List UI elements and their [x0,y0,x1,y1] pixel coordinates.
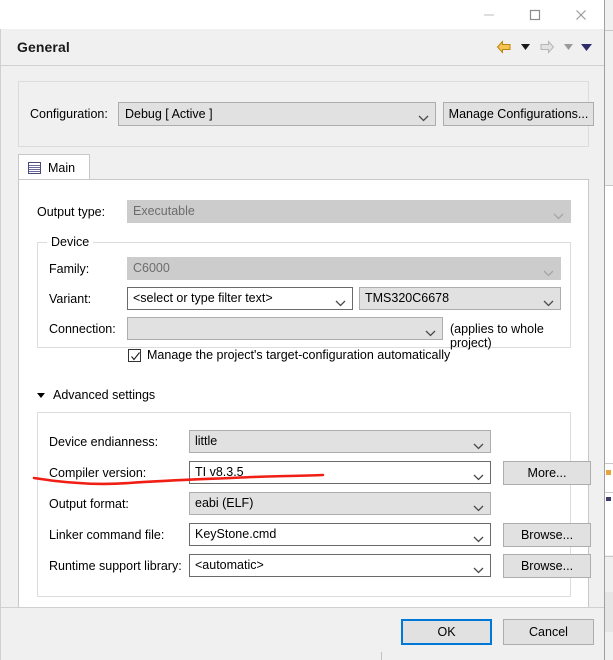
family-label: Family: [49,262,89,276]
dialog-footer: OK Cancel [0,607,604,660]
variant-filter-select[interactable]: <select or type filter text> [127,287,353,310]
chevron-down-icon [473,470,484,484]
back-dropdown-icon[interactable] [518,37,533,57]
configuration-label: Configuration: [30,107,108,121]
output-type-value: Executable [133,204,195,218]
compiler-version-select[interactable]: TI v8.3.5 [189,461,491,484]
linker-command-file-select[interactable]: KeyStone.cmd [189,523,491,546]
cancel-button[interactable]: Cancel [503,619,594,645]
forward-dropdown-icon[interactable] [561,37,576,57]
output-format-label: Output format: [49,497,129,511]
connection-select[interactable] [127,317,443,340]
close-icon[interactable] [558,0,604,29]
back-arrow-icon[interactable] [493,37,515,57]
device-endianness-label: Device endianness: [49,435,158,449]
tab-main-label: Main [48,161,75,175]
ok-button[interactable]: OK [401,619,492,645]
page-title: General [17,39,70,55]
maximize-icon[interactable] [512,0,558,29]
compiler-version-more-button[interactable]: More... [503,461,591,485]
device-group-legend: Device [47,235,93,249]
device-endianness-value: little [195,434,217,448]
advanced-settings-label: Advanced settings [53,388,155,402]
header-navigation [493,37,594,57]
minimize-icon[interactable] [466,0,512,29]
dialog-header: General [0,29,604,66]
compiler-version-label: Compiler version: [49,466,146,480]
chevron-down-icon [553,209,564,223]
variant-device-value: TMS320C6678 [365,291,449,305]
chevron-down-icon [418,111,429,125]
chevron-down-icon [473,563,484,577]
family-select: C6000 [127,257,561,280]
output-format-select[interactable]: eabi (ELF) [189,492,491,515]
runtime-support-library-value: <automatic> [195,558,264,572]
title-bar [0,0,604,30]
configuration-select[interactable]: Debug [ Active ] [118,102,436,126]
screenshot-root: General [0,0,613,660]
menu-dropdown-icon[interactable] [579,37,594,57]
device-endianness-select[interactable]: little [189,430,491,453]
manage-target-configuration-checkbox[interactable]: Manage the project's target-configuratio… [128,348,450,362]
configuration-group: Configuration: Debug [ Active ] Manage C… [18,81,589,147]
chevron-down-icon [543,266,554,280]
compiler-version-value: TI v8.3.5 [195,465,244,479]
runtime-support-library-label: Runtime support library: [49,559,182,573]
manage-configurations-button[interactable]: Manage Configurations... [443,102,594,126]
tab-strip: Main [18,154,589,180]
advanced-settings-toggle[interactable]: Advanced settings [37,388,155,402]
properties-dialog: General [0,0,605,660]
chevron-down-icon [335,296,346,310]
connection-label: Connection: [49,322,116,336]
output-format-value: eabi (ELF) [195,496,253,510]
forward-arrow-icon[interactable] [536,37,558,57]
linker-command-file-label: Linker command file: [49,528,164,542]
table-icon [28,162,41,174]
output-type-select: Executable [127,200,571,223]
dialog-body: Configuration: Debug [ Active ] Manage C… [0,66,604,608]
tab-main[interactable]: Main [18,154,90,180]
variant-device-select[interactable]: TMS320C6678 [359,287,561,310]
window-controls [466,0,604,29]
chevron-down-icon [543,296,554,310]
output-type-label: Output type: [37,205,105,219]
variant-filter-value: <select or type filter text> [133,291,273,305]
footer-divider-tick [381,652,382,660]
tab-panel-main: Output type: Executable Device Family: [18,179,589,631]
background-application-strip [604,0,613,660]
connection-note: (applies to whole project) [450,322,588,350]
variant-label: Variant: [49,292,91,306]
chevron-down-icon [473,532,484,546]
chevron-down-icon [473,501,484,515]
chevron-down-icon [425,326,436,340]
triangle-down-icon [37,393,45,398]
linker-command-file-browse-button[interactable]: Browse... [503,523,591,547]
checkbox-box [128,349,141,362]
chevron-down-icon [473,439,484,453]
configuration-value: Debug [ Active ] [125,107,213,121]
runtime-support-library-select[interactable]: <automatic> [189,554,491,577]
manage-target-configuration-label: Manage the project's target-configuratio… [147,348,450,362]
family-value: C6000 [133,261,170,275]
runtime-support-library-browse-button[interactable]: Browse... [503,554,591,578]
linker-command-file-value: KeyStone.cmd [195,527,276,541]
